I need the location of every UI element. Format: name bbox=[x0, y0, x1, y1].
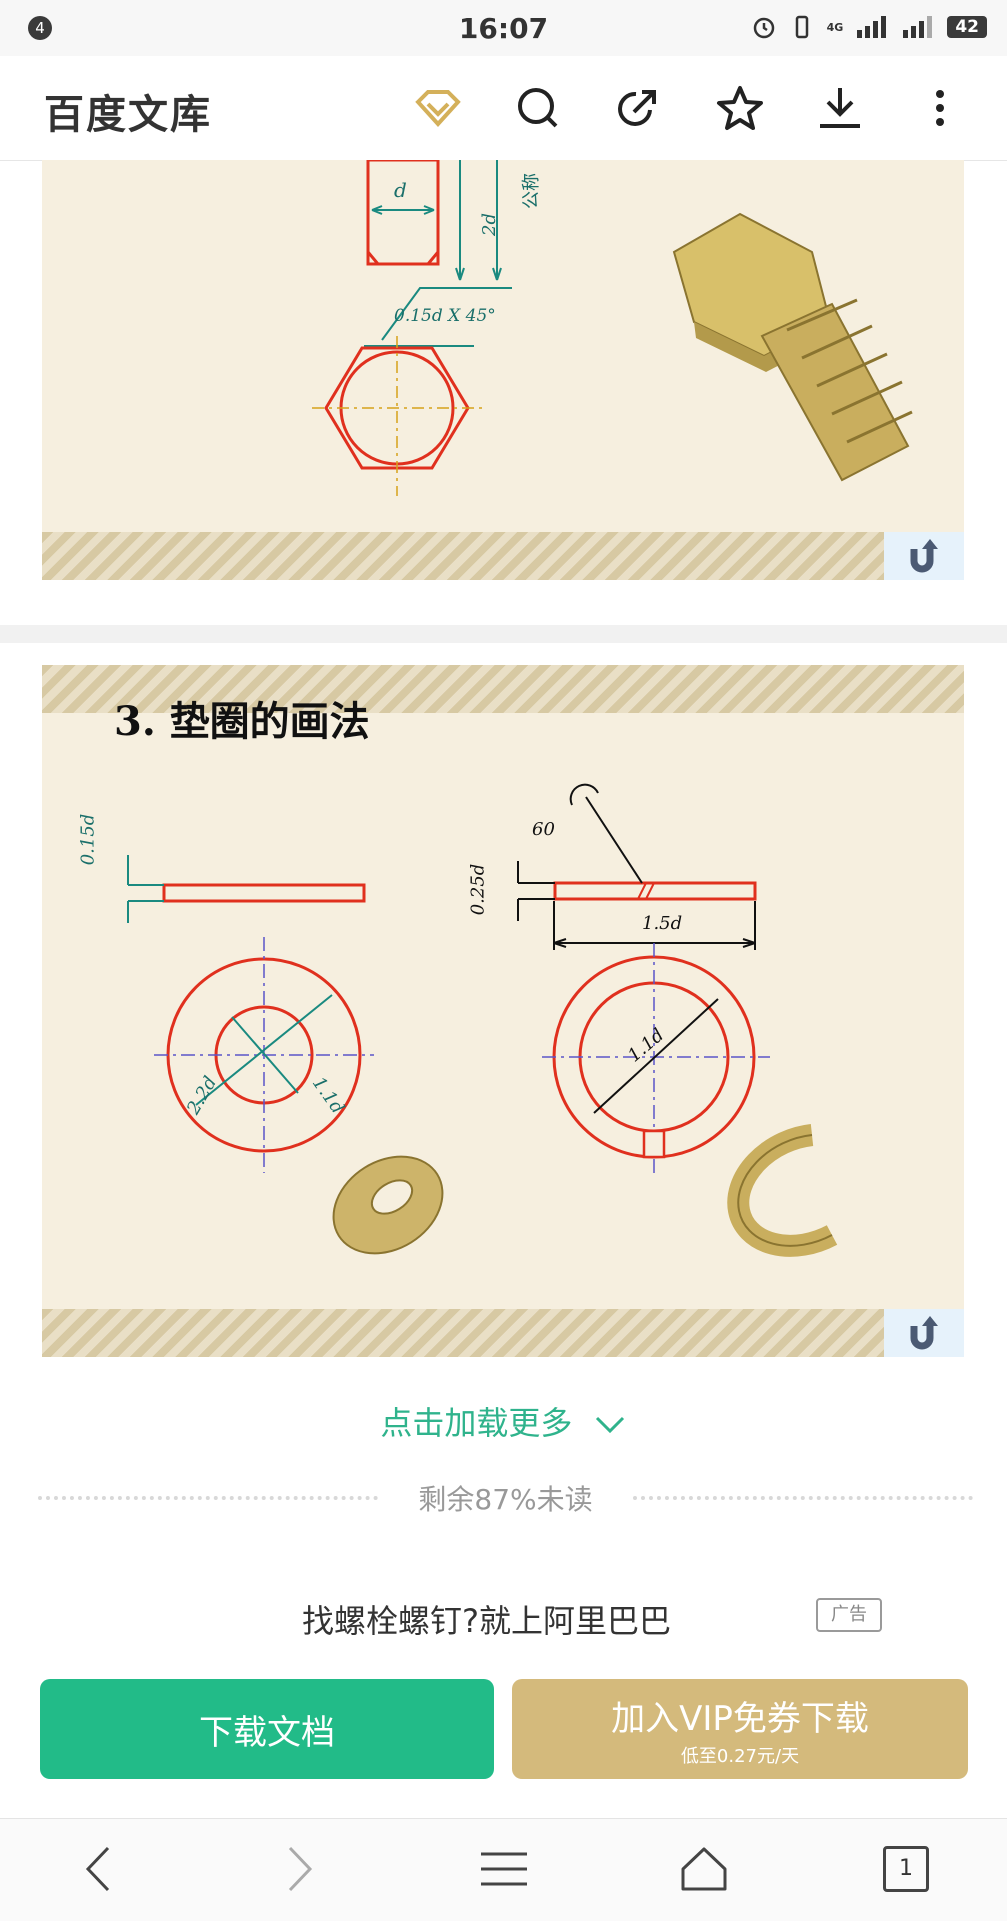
download-document-button[interactable]: 下载文档 bbox=[40, 1679, 494, 1779]
undo-arrow-icon bbox=[910, 539, 938, 573]
battery-indicator: 42 bbox=[947, 16, 987, 38]
dim-label-0.15d: 0.15d bbox=[77, 813, 99, 866]
load-more-link[interactable]: 点击加载更多 bbox=[0, 1398, 1007, 1444]
app-header: 百度文库 bbox=[0, 56, 1007, 161]
star-icon[interactable] bbox=[714, 82, 766, 134]
dim-label-60: 60 bbox=[532, 819, 555, 840]
ad-text[interactable]: 找螺栓螺钉?就上阿里巴巴 bbox=[302, 1596, 671, 1642]
download-icon[interactable] bbox=[814, 82, 866, 134]
vip-diamond-icon[interactable] bbox=[412, 82, 464, 134]
chevron-down-icon bbox=[595, 1416, 624, 1434]
divider-left bbox=[38, 1496, 379, 1500]
undo-arrow-icon bbox=[910, 1316, 938, 1350]
search-icon[interactable] bbox=[512, 82, 564, 134]
decorative-border-bottom bbox=[42, 1309, 964, 1357]
home-icon[interactable] bbox=[674, 1839, 734, 1899]
washer-drawing bbox=[127, 783, 838, 1257]
join-vip-button[interactable]: 加入VIP免券下载 低至0.27元/天 bbox=[512, 1679, 968, 1779]
vibrate-icon bbox=[795, 15, 808, 39]
share-icon[interactable] bbox=[612, 82, 664, 134]
hex-nut-drawing bbox=[312, 160, 913, 496]
back-icon[interactable] bbox=[68, 1839, 128, 1899]
vip-main-label: 加入VIP免券下载 bbox=[611, 1699, 869, 1739]
ad-badge: 广告 bbox=[816, 1598, 882, 1632]
tabs-button[interactable]: 1 bbox=[876, 1839, 936, 1899]
signal-icon-2 bbox=[903, 16, 933, 38]
page-separator bbox=[0, 625, 1007, 643]
dimension-label-nominal: 公称 bbox=[521, 173, 542, 209]
status-icons: 4G 42 bbox=[751, 14, 987, 40]
dim-label-1.5d: 1.5d bbox=[642, 913, 683, 934]
slide-back-button[interactable] bbox=[884, 532, 964, 580]
document-page-slide-2: 3. 垫圈的画法 0.15d 0.25d 60 1.5d 2.2d 1.1d 1… bbox=[42, 665, 964, 1357]
browser-nav-bar: 1 bbox=[0, 1818, 1007, 1921]
menu-icon[interactable] bbox=[474, 1839, 534, 1899]
load-more-label: 点击加载更多 bbox=[380, 1404, 573, 1442]
alarm-icon bbox=[753, 17, 774, 39]
dimension-label-2d: 2d bbox=[478, 213, 500, 236]
tab-count: 1 bbox=[883, 1846, 929, 1892]
divider-right bbox=[632, 1496, 973, 1500]
status-bar: 4 16:07 4G 42 bbox=[0, 0, 1007, 56]
chamfer-label: 0.15d X 45° bbox=[394, 306, 496, 326]
dimension-label-d: d bbox=[394, 178, 407, 202]
more-icon[interactable] bbox=[914, 82, 966, 134]
document-page-slide-1: d 2d 公称 0.15d X 45° bbox=[42, 160, 964, 580]
slide-back-button-2[interactable] bbox=[884, 1309, 964, 1357]
dim-label-0.25d: 0.25d bbox=[467, 863, 489, 916]
download-label: 下载文档 bbox=[199, 1712, 335, 1753]
decorative-border bbox=[42, 532, 964, 580]
remaining-indicator: 剩余87%未读 bbox=[38, 1478, 973, 1518]
app-title: 百度文库 bbox=[44, 92, 212, 138]
vip-price-label: 低至0.27元/天 bbox=[680, 1746, 800, 1767]
network-type: 4G bbox=[826, 20, 844, 34]
signal-icon bbox=[857, 16, 887, 38]
forward-icon[interactable] bbox=[270, 1839, 330, 1899]
remaining-label: 剩余87%未读 bbox=[418, 1483, 593, 1516]
